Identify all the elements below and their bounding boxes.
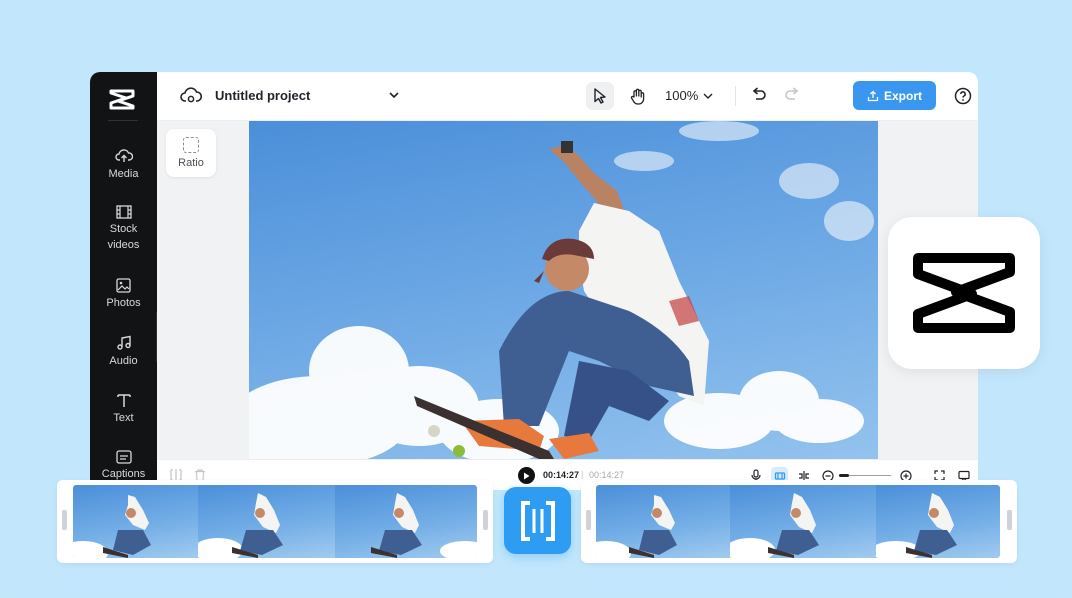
canvas-area: Ratio bbox=[157, 121, 978, 459]
capcut-logo-icon bbox=[109, 89, 135, 110]
top-bar: Untitled project 100% Export bbox=[157, 72, 978, 121]
cursor-arrow-icon bbox=[594, 88, 606, 104]
sidebar-item-audio[interactable]: Audio bbox=[90, 335, 157, 369]
export-button[interactable]: Export bbox=[853, 81, 936, 110]
hand-icon bbox=[630, 88, 645, 105]
image-icon bbox=[116, 278, 131, 293]
export-label: Export bbox=[883, 88, 922, 103]
filmstrip-left[interactable] bbox=[57, 480, 493, 563]
sidebar-item-label: Captions bbox=[101, 468, 146, 480]
sidebar-item-captions[interactable]: Captions bbox=[90, 450, 157, 482]
chevron-down-icon[interactable] bbox=[388, 89, 400, 101]
editor-window: Media Stock videos Photos Audio Text Cap… bbox=[90, 72, 978, 490]
trim-handle-left[interactable] bbox=[586, 510, 591, 530]
trim-handle-right[interactable] bbox=[1007, 510, 1012, 530]
time-separator: | bbox=[581, 469, 584, 479]
project-title[interactable]: Untitled project bbox=[215, 88, 310, 103]
captions-icon bbox=[115, 450, 132, 464]
sidebar-item-label: Audio bbox=[109, 355, 138, 367]
ratio-label: Ratio bbox=[178, 157, 204, 169]
cloud-upload-icon bbox=[114, 149, 133, 162]
zoom-level[interactable]: 100% bbox=[665, 88, 698, 103]
cloud-sync-icon[interactable] bbox=[180, 86, 202, 106]
play-icon bbox=[524, 472, 530, 479]
filmstrip-right[interactable] bbox=[581, 480, 1017, 563]
music-note-icon bbox=[116, 335, 131, 350]
total-time: 00:14:27 bbox=[589, 470, 625, 480]
chevron-down-icon[interactable] bbox=[702, 90, 714, 102]
capcut-logo-icon bbox=[913, 253, 1015, 333]
clip-frame bbox=[335, 485, 477, 558]
clip-frame bbox=[596, 485, 730, 558]
sidebar-item-media[interactable]: Media bbox=[90, 148, 157, 182]
sidebar-item-stock-videos[interactable]: Stock videos bbox=[90, 205, 157, 253]
skateboarder-photo bbox=[249, 121, 874, 459]
redo-icon[interactable] bbox=[783, 86, 801, 104]
sidebar-divider bbox=[108, 120, 138, 121]
help-icon[interactable] bbox=[954, 87, 972, 105]
sidebar-item-photos[interactable]: Photos bbox=[90, 278, 157, 311]
undo-icon[interactable] bbox=[750, 86, 768, 104]
sidebar-item-label: Media bbox=[108, 168, 139, 180]
aspect-ratio-icon bbox=[183, 137, 199, 153]
clip-frame bbox=[876, 485, 1000, 558]
sidebar-item-label: Text bbox=[113, 412, 134, 424]
ratio-button[interactable]: Ratio bbox=[166, 129, 216, 177]
split-button[interactable] bbox=[504, 487, 571, 554]
clip-frames bbox=[596, 485, 1000, 558]
clip-frames bbox=[73, 485, 477, 558]
select-tool-button[interactable] bbox=[586, 82, 614, 110]
capcut-logo-card bbox=[888, 217, 1040, 369]
trim-handle-left[interactable] bbox=[62, 510, 67, 530]
clip-frame bbox=[73, 485, 198, 558]
toolbar-divider bbox=[735, 86, 736, 106]
current-time: 00:14:27 bbox=[543, 470, 580, 480]
sidebar-item-label: Stock videos bbox=[107, 223, 140, 251]
clip-frame bbox=[730, 485, 876, 558]
sidebar-item-text[interactable]: Text bbox=[90, 392, 157, 426]
sidebar: Media Stock videos Photos Audio Text Cap… bbox=[90, 72, 157, 490]
video-preview[interactable] bbox=[249, 121, 878, 459]
sidebar-item-label: Photos bbox=[106, 297, 141, 309]
text-icon bbox=[116, 394, 131, 407]
hand-tool-button[interactable] bbox=[624, 82, 652, 110]
play-button[interactable] bbox=[518, 467, 535, 484]
film-icon bbox=[115, 205, 132, 219]
split-icon bbox=[520, 500, 555, 541]
trim-handle-right[interactable] bbox=[483, 510, 488, 530]
clip-frame bbox=[198, 485, 335, 558]
upload-icon bbox=[867, 90, 879, 101]
